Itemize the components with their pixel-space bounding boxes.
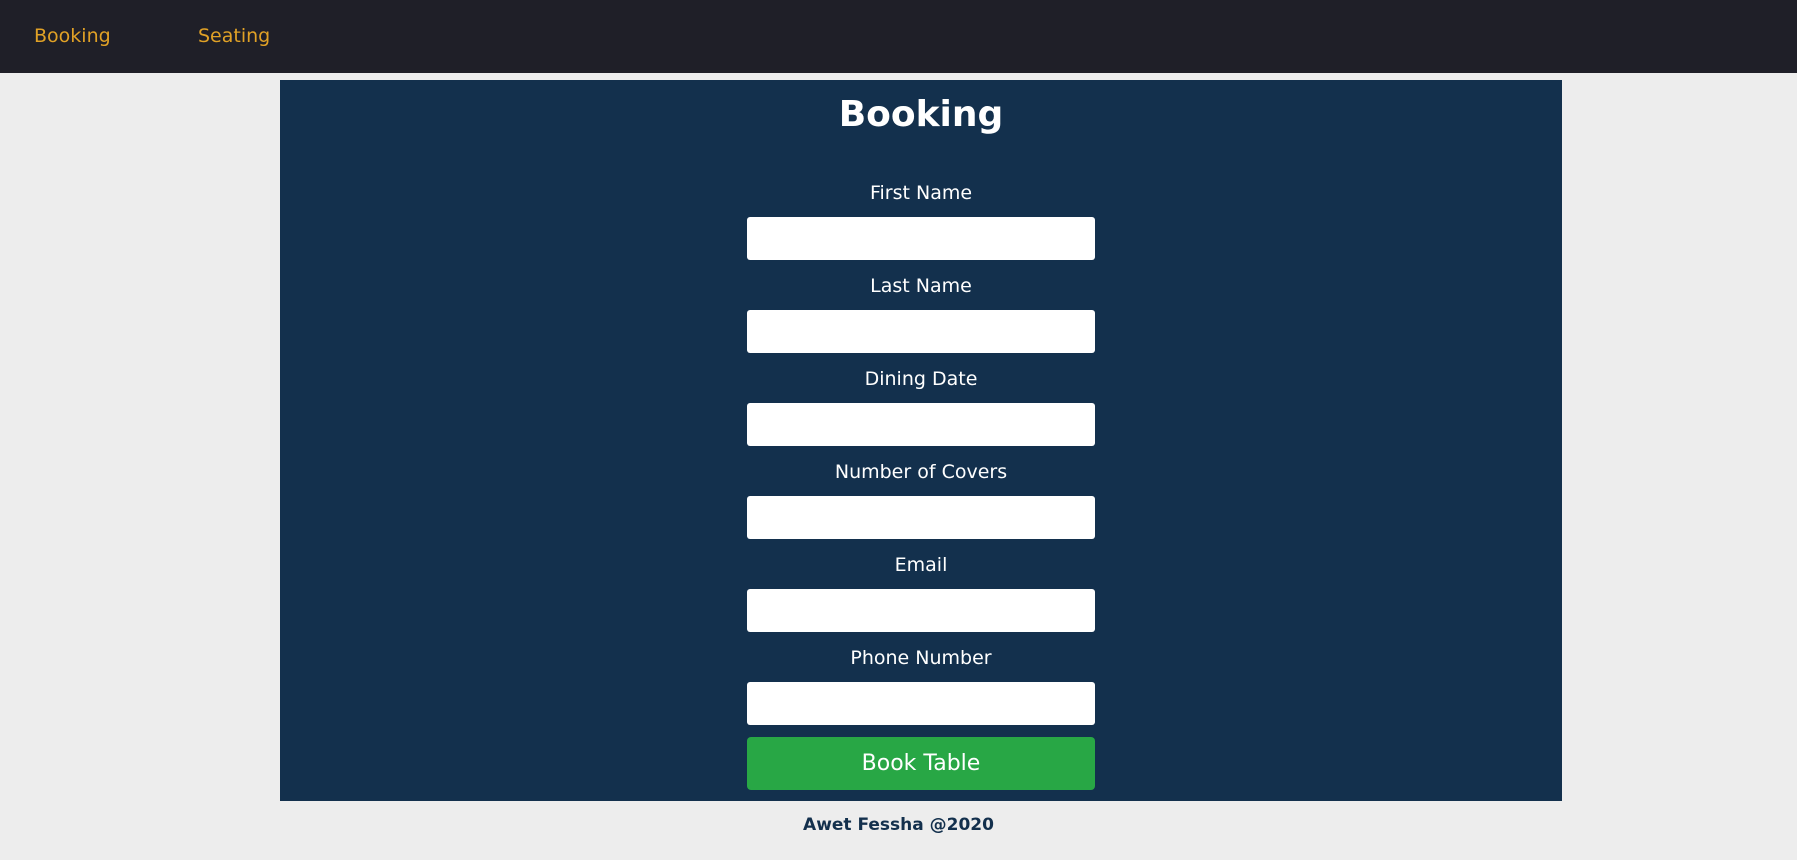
first-name-field[interactable]	[747, 217, 1095, 260]
booking-panel: Booking First Name Last Name Dining Date…	[280, 80, 1562, 801]
dining-date-label: Dining Date	[864, 368, 978, 390]
top-navbar: Booking Seating	[0, 0, 1797, 73]
footer-credit: Awet Fessha @2020	[803, 815, 994, 835]
dining-date-field[interactable]	[747, 403, 1095, 446]
phone-number-label: Phone Number	[850, 647, 992, 669]
number-of-covers-label: Number of Covers	[834, 461, 1008, 483]
nav-link-seating[interactable]: Seating	[198, 25, 270, 47]
email-label: Email	[894, 554, 948, 576]
nav-link-booking[interactable]: Booking	[34, 25, 111, 47]
number-of-covers-field[interactable]	[747, 496, 1095, 539]
phone-number-field[interactable]	[747, 682, 1095, 725]
page-title: Booking	[838, 94, 1004, 135]
last-name-field[interactable]	[747, 310, 1095, 353]
last-name-label: Last Name	[870, 275, 972, 297]
first-name-label: First Name	[869, 182, 973, 204]
book-table-button[interactable]: Book Table	[747, 737, 1095, 790]
email-field[interactable]	[747, 589, 1095, 632]
